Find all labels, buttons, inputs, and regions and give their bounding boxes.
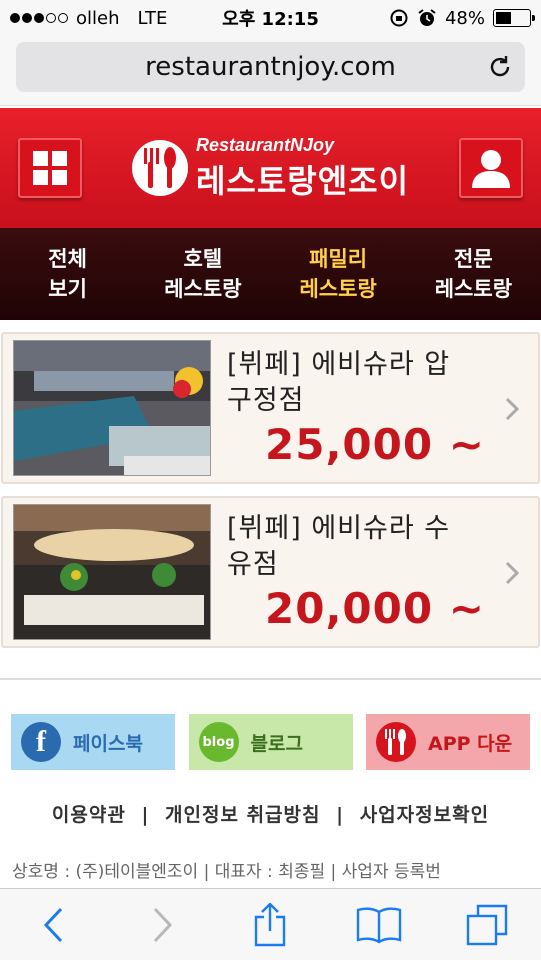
tabs-icon [466, 904, 508, 945]
site-header: RestaurantNJoy 레스토랑엔조이 [0, 108, 541, 228]
app-download-label: APP 다운 [428, 732, 513, 755]
forward-button[interactable] [137, 900, 187, 950]
back-icon [44, 907, 63, 942]
facebook-icon: f [21, 722, 61, 762]
app-download-button[interactable]: APP 다운 [366, 714, 530, 770]
nav-hotel-restaurant[interactable]: 호텔 레스토랑 [135, 228, 270, 320]
forward-icon [154, 907, 173, 942]
address-bar[interactable]: restaurantnjoy.com [16, 42, 525, 92]
chevron-right-icon [505, 397, 520, 421]
site-logo[interactable]: RestaurantNJoy 레스토랑엔조이 [131, 134, 410, 202]
back-button[interactable] [29, 900, 79, 950]
section-divider [0, 678, 541, 680]
restaurant-title: [뷔페] 에비슈라 압 구정점 [227, 349, 451, 416]
blog-icon: blog [198, 722, 239, 762]
nav-specialty-restaurant[interactable]: 전문 레스토랑 [406, 228, 541, 320]
battery-percent: 48% [444, 7, 485, 29]
restaurant-photo [13, 504, 211, 640]
rotation-lock-icon [390, 9, 408, 27]
share-button[interactable] [245, 900, 295, 950]
restaurant-title: [뷔페] 에비슈라 수 유점 [227, 513, 451, 580]
tabs-button[interactable] [462, 900, 512, 950]
business-info-link[interactable]: 사업자정보확인 [360, 804, 489, 826]
nav-all[interactable]: 전체 보기 [0, 228, 135, 320]
share-icon [255, 902, 286, 946]
signal-strength-icon [10, 13, 68, 23]
browser-address-area: restaurantnjoy.com [0, 36, 541, 106]
cutlery-logo-icon [131, 140, 188, 196]
alarm-icon [418, 9, 436, 26]
battery-icon [493, 9, 535, 27]
facebook-button[interactable]: f 페이스북 [11, 714, 175, 770]
restaurant-list: [뷔페] 에비슈라 압 구정점 25,000 ~ [뷔페] 에비슈라 수 유점 20… [0, 320, 541, 648]
category-nav: 전체 보기 호텔 레스토랑 패밀리 레스토랑 전문 레스토랑 [0, 228, 541, 320]
menu-button[interactable] [18, 138, 82, 198]
user-icon [472, 150, 510, 188]
my-account-button[interactable] [459, 138, 523, 198]
footer-links: 이용약관 | 개인정보 취급방침 | 사업자정보확인 [0, 800, 541, 827]
logo-korean: 레스토랑엔조이 [195, 161, 410, 200]
social-links: f 페이스북 blog 블로그 APP 다운 [0, 714, 541, 770]
terms-link[interactable]: 이용약관 [52, 804, 126, 826]
blog-button[interactable]: blog 블로그 [188, 714, 353, 770]
footer-separator: | [336, 804, 345, 826]
reload-icon[interactable] [487, 54, 513, 80]
restaurant-price: 20,000 ~ [265, 583, 485, 633]
restaurant-price: 25,000 ~ [265, 419, 485, 469]
chevron-right-icon [505, 561, 520, 585]
browser-toolbar [0, 888, 541, 960]
facebook-label: 페이스북 [73, 732, 143, 755]
restaurant-photo [13, 340, 211, 476]
bookmarks-button[interactable] [354, 900, 404, 950]
restaurant-card[interactable]: [뷔페] 에비슈라 압 구정점 25,000 ~ [1, 332, 540, 484]
cutlery-icon [376, 722, 416, 762]
bookmarks-icon [356, 906, 401, 943]
network-label: LTE [137, 7, 168, 29]
nav-family-restaurant[interactable]: 패밀리 레스토랑 [271, 228, 406, 320]
url-text: restaurantnjoy.com [145, 52, 396, 82]
company-info: 상호명 : (주)테이블엔조이 | 대표자 : 최종필 | 사업자 등록번 [12, 862, 441, 882]
restaurant-card[interactable]: [뷔페] 에비슈라 수 유점 20,000 ~ [1, 496, 540, 648]
privacy-link[interactable]: 개인정보 취급방침 [165, 804, 320, 826]
status-bar: olleh LTE 오후 12:15 48% [0, 0, 541, 36]
footer-separator: | [141, 804, 150, 826]
blog-label: 블로그 [250, 732, 303, 755]
grid-menu-icon [33, 151, 67, 185]
logo-english: RestaurantNJoy [195, 134, 334, 155]
carrier-label: olleh [76, 7, 120, 29]
